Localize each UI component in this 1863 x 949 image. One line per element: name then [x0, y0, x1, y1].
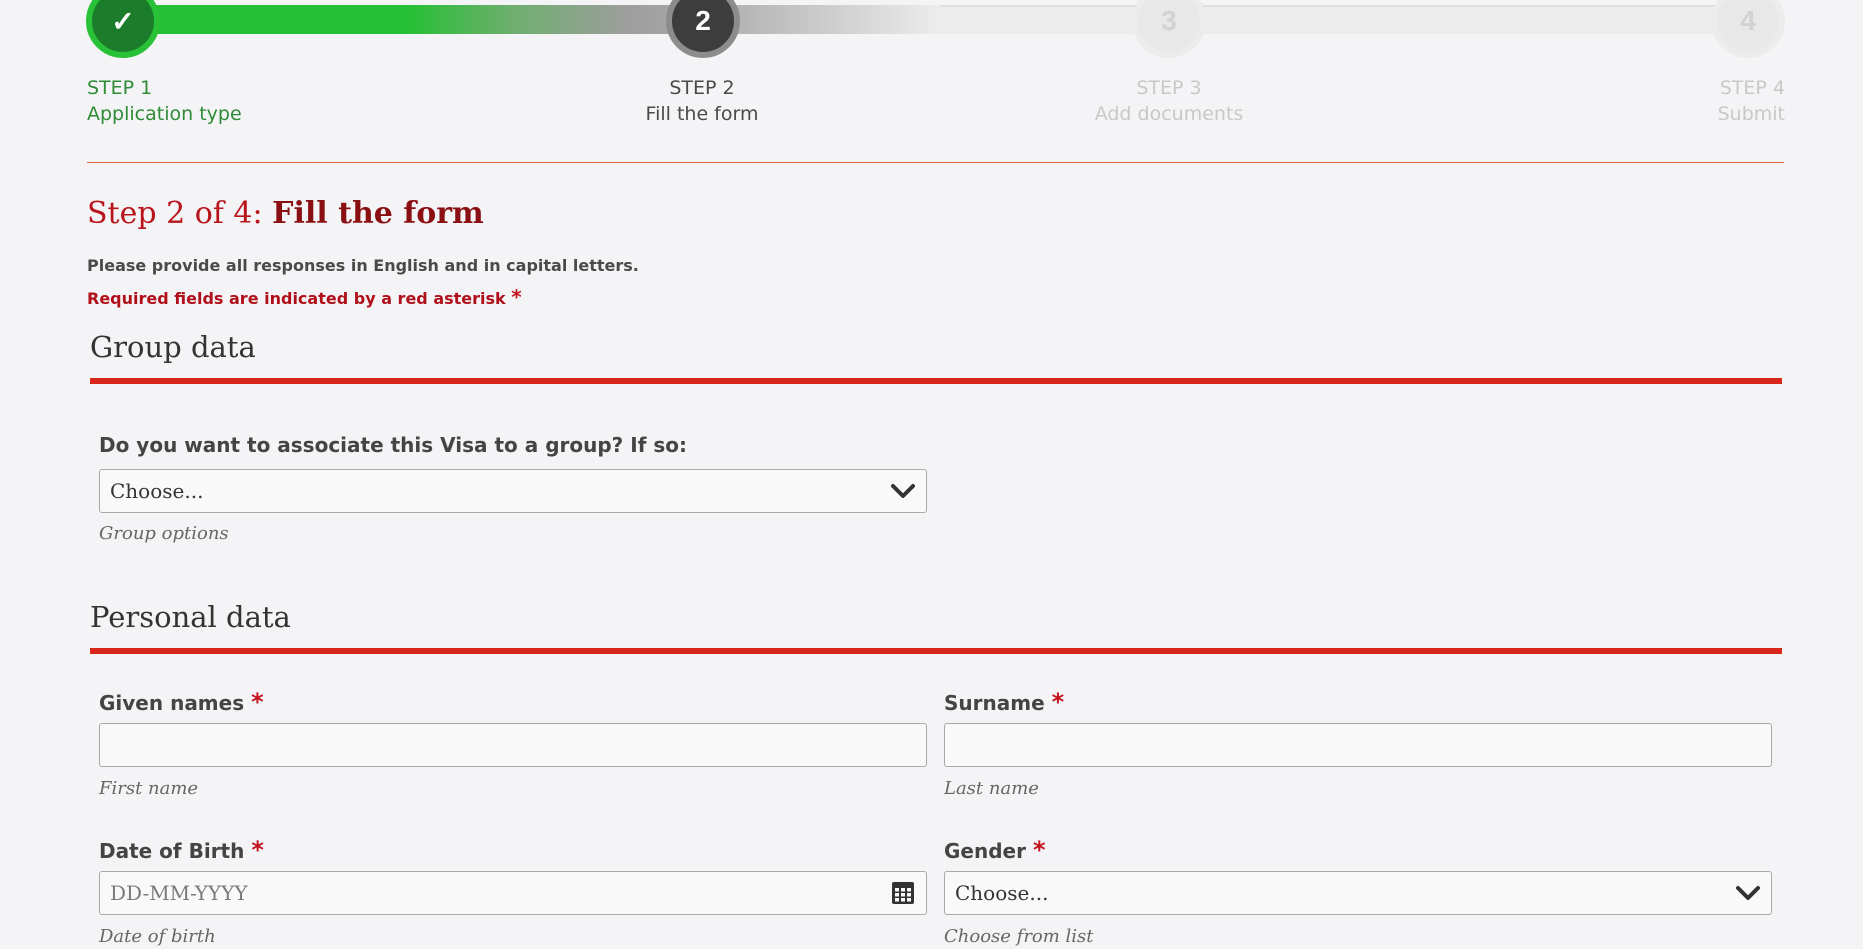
- step-2-label: STEP 2 Fill the form: [646, 75, 759, 127]
- given-names-input[interactable]: [110, 724, 916, 766]
- group-help-text: Group options: [99, 523, 229, 544]
- step-3-number-text: STEP 3: [1136, 77, 1202, 99]
- header-divider: [87, 162, 1784, 163]
- dob-help: Date of birth: [99, 926, 216, 947]
- language-notice: Please provide all responses in English …: [87, 256, 639, 275]
- step-4-number-text: STEP 4: [1719, 77, 1785, 99]
- given-names-help: First name: [99, 778, 199, 799]
- required-notice: Required fields are indicated by a red a…: [87, 285, 522, 309]
- step-2-badge: 2: [666, 0, 740, 58]
- step-1-number-text: STEP 1: [87, 77, 153, 99]
- dob-input[interactable]: [110, 872, 890, 914]
- checkmark-icon: ✓: [111, 5, 135, 37]
- step-1-label[interactable]: STEP 1 Application type: [87, 75, 242, 127]
- group-select[interactable]: Choose...: [99, 469, 927, 513]
- required-asterisk: *: [1051, 688, 1065, 716]
- step-1-name: Application type: [87, 103, 242, 125]
- given-names-label-text: Given names: [99, 691, 245, 715]
- step-4-badge: 4: [1711, 0, 1785, 58]
- stepper-progress-fill: [120, 5, 940, 34]
- calendar-icon[interactable]: [890, 880, 916, 906]
- step-2-number: 2: [695, 5, 711, 36]
- required-asterisk: *: [511, 285, 522, 309]
- surname-label: Surname *: [944, 688, 1064, 716]
- page-title: Step 2 of 4: Fill the form: [87, 196, 484, 231]
- step-1-badge[interactable]: ✓: [86, 0, 160, 58]
- step-3-number: 3: [1161, 5, 1177, 36]
- dob-label-text: Date of Birth: [99, 839, 245, 863]
- step-2-number-text: STEP 2: [669, 77, 735, 99]
- chevron-down-icon: [1735, 883, 1761, 903]
- gender-label-text: Gender: [944, 839, 1026, 863]
- group-data-title: Group data: [90, 330, 256, 364]
- surname-label-text: Surname: [944, 691, 1045, 715]
- given-names-field[interactable]: [99, 723, 927, 767]
- gender-label: Gender *: [944, 836, 1046, 864]
- chevron-down-icon: [890, 481, 916, 501]
- page-title-prefix: Step 2 of 4:: [87, 196, 263, 231]
- progress-stepper: ✓ 2 3 4 STEP 1 Application type STEP 2 F…: [0, 0, 1863, 130]
- step-2-name: Fill the form: [645, 103, 759, 125]
- step-4-number: 4: [1740, 5, 1756, 36]
- surname-help: Last name: [944, 778, 1039, 799]
- step-3-badge: 3: [1132, 0, 1206, 58]
- gender-select[interactable]: Choose...: [944, 871, 1772, 915]
- personal-data-rule: [90, 648, 1782, 654]
- personal-data-title: Personal data: [90, 600, 291, 634]
- group-data-rule: [90, 378, 1782, 384]
- gender-help: Choose from list: [944, 926, 1094, 947]
- given-names-label: Given names *: [99, 688, 264, 716]
- step-4-name: Submit: [1717, 103, 1785, 125]
- step-4-label: STEP 4 Submit: [1718, 75, 1785, 127]
- required-notice-text: Required fields are indicated by a red a…: [87, 289, 506, 308]
- dob-field[interactable]: [99, 871, 927, 915]
- dob-label: Date of Birth *: [99, 836, 264, 864]
- required-asterisk: *: [1032, 836, 1046, 864]
- required-asterisk: *: [251, 836, 264, 864]
- application-form-page: ✓ 2 3 4 STEP 1 Application type STEP 2 F…: [0, 0, 1863, 949]
- step-3-name: Add documents: [1094, 103, 1244, 125]
- page-title-main: Fill the form: [272, 196, 484, 231]
- surname-field[interactable]: [944, 723, 1772, 767]
- group-select-value: Choose...: [110, 479, 204, 503]
- gender-select-value: Choose...: [955, 881, 1049, 905]
- surname-input[interactable]: [955, 724, 1761, 766]
- group-question-label: Do you want to associate this Visa to a …: [99, 433, 687, 457]
- required-asterisk: *: [251, 688, 264, 716]
- step-3-label: STEP 3 Add documents: [1095, 75, 1244, 127]
